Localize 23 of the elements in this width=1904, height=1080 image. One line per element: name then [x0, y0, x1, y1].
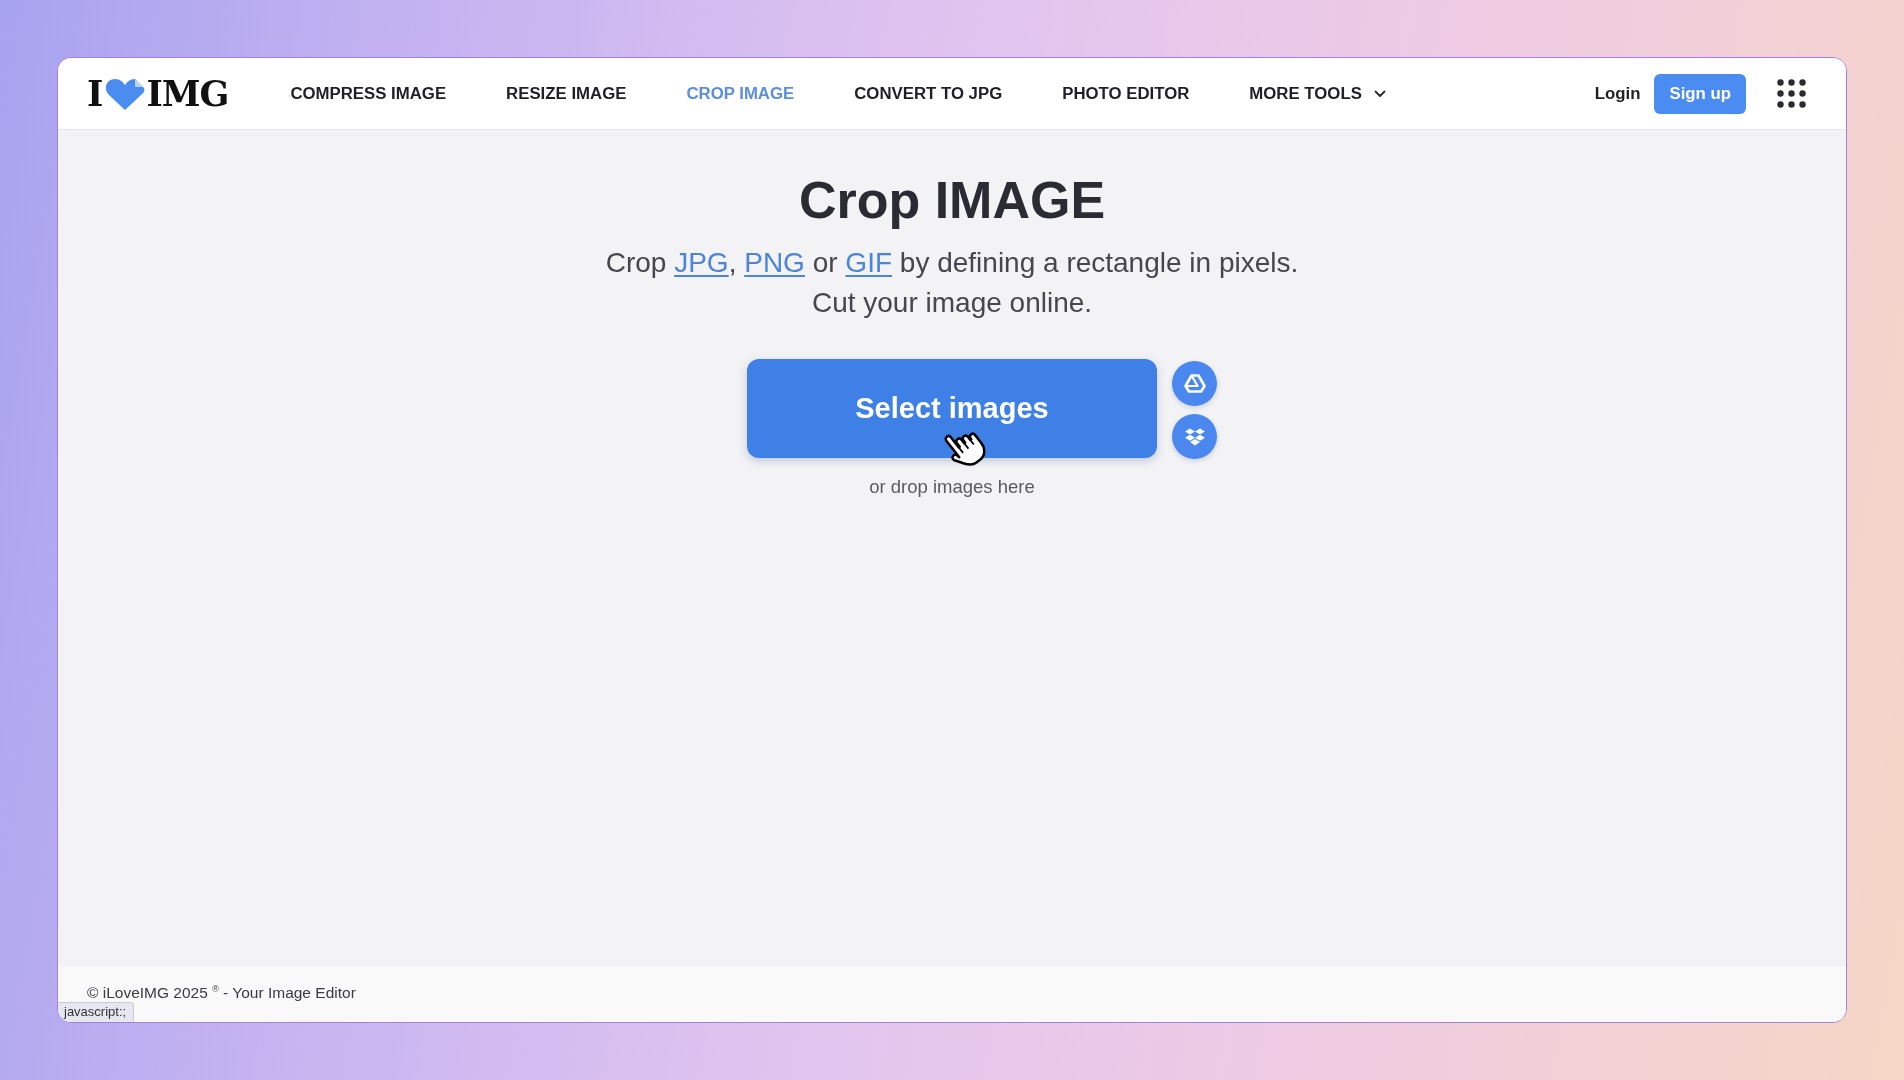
tagline-text: Cut your image online. [811, 286, 1093, 320]
cloud-source-button[interactable] [1172, 361, 1217, 406]
nav-link[interactable]: CONVERT TO JPG [854, 83, 1003, 104]
diamonds-icon [1184, 427, 1205, 446]
select-images-button[interactable]: Select images [747, 359, 1157, 458]
link-preview-tooltip: javascript:; [58, 1002, 135, 1022]
drop-hint-text: or drop images here [869, 476, 1035, 498]
chevron-down-icon [1373, 89, 1386, 98]
page-title: Crop IMAGE [798, 170, 1106, 231]
triangle-icon [1183, 374, 1206, 393]
copyright-text: © iLoveIMG 2025 $^{®}$ - Your Image Editor [87, 984, 356, 1001]
apps-menu-button[interactable] [1777, 79, 1806, 108]
dots-grid-icon [1777, 79, 1806, 108]
heart-icon [105, 76, 146, 111]
logo-text: IMG [146, 73, 229, 114]
nav-link[interactable]: COMPRESS IMAGE [290, 83, 447, 104]
logo-text: I [87, 73, 103, 114]
nav-link[interactable]: MORE TOOLS [1249, 83, 1386, 104]
description-text: Crop JPG, PNG or GIF by defining a rectangle in pixels. [605, 246, 1299, 280]
cloud-source-button[interactable] [1172, 414, 1217, 459]
nav-link[interactable]: PHOTO EDITOR [1062, 83, 1190, 104]
login-link[interactable]: Login [1594, 83, 1641, 104]
nav-link[interactable]: RESIZE IMAGE [506, 83, 627, 104]
